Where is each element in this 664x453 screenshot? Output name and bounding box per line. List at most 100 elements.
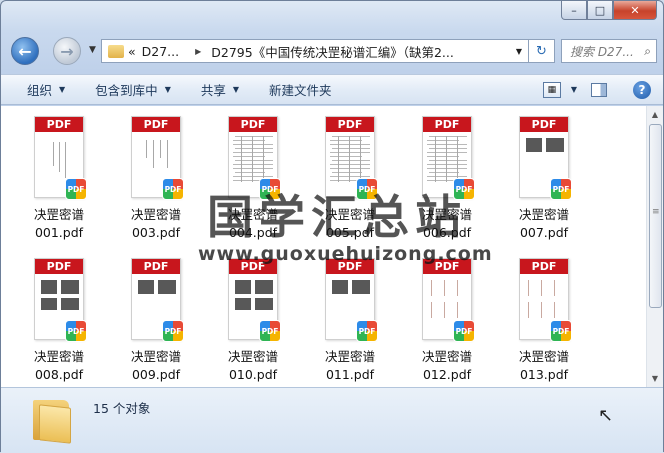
search-icon: ⌕ bbox=[644, 43, 651, 58]
file-name: 决罡密谱 010.pdf bbox=[228, 348, 278, 384]
file-name-title: 决罡密谱 bbox=[227, 349, 278, 364]
file-item[interactable]: PDF PDF 决罡密谱 013.pdf bbox=[496, 252, 592, 392]
file-name-extension: 008.pdf bbox=[34, 367, 84, 382]
recent-pages-dropdown[interactable]: ▼ bbox=[89, 45, 96, 55]
file-item[interactable]: PDF PDF 决罡密谱 012.pdf bbox=[399, 252, 495, 392]
pdf-app-icon: PDF bbox=[259, 320, 281, 342]
item-count: 15 个对象 bbox=[93, 401, 151, 416]
pdf-thumbnail: PDF PDF bbox=[422, 258, 475, 342]
file-item[interactable]: PDF PDF 决罡密谱 003.pdf bbox=[108, 110, 204, 250]
include-library-label: 包含到库中 bbox=[95, 83, 158, 98]
help-icon[interactable]: ? bbox=[633, 80, 651, 99]
pdf-app-icon: PDF bbox=[550, 320, 572, 342]
close-button[interactable]: ✕ bbox=[613, 1, 657, 20]
file-item[interactable]: PDF PDF 决罡密谱 011.pdf bbox=[302, 252, 398, 392]
share-label: 共享 bbox=[200, 83, 226, 98]
file-name-extension: 010.pdf bbox=[228, 367, 278, 382]
pdf-thumbnail: PDF PDF bbox=[325, 258, 378, 342]
chevron-down-icon: ▼ bbox=[164, 85, 171, 94]
pdf-band-label: PDF bbox=[132, 259, 180, 274]
file-name: 决罡密谱 013.pdf bbox=[519, 348, 569, 384]
breadcrumb-current[interactable]: D2795《中国传统决罡秘谱汇编》（缺第2... bbox=[211, 42, 454, 61]
file-item[interactable]: PDF PDF 决罡密谱 008.pdf bbox=[11, 252, 107, 392]
file-name-title: 决罡密谱 bbox=[33, 207, 84, 222]
pdf-thumbnail: PDF PDF bbox=[131, 116, 184, 200]
folder-icon bbox=[108, 44, 124, 58]
organize-menu[interactable]: 组织 ▼ bbox=[27, 80, 65, 99]
include-in-library-menu[interactable]: 包含到库中 ▼ bbox=[95, 80, 171, 99]
mouse-cursor-icon: ↖ bbox=[598, 405, 614, 426]
navigation-bar: ← → ▼ « D27... ▶ D2795《中国传统决罡秘谱汇编》（缺第2..… bbox=[9, 37, 657, 65]
pdf-app-icon: PDF bbox=[162, 320, 184, 342]
address-dropdown-icon[interactable]: ▼ bbox=[516, 47, 522, 56]
vertical-scrollbar[interactable]: ▲ ▼ bbox=[646, 106, 663, 387]
file-name-title: 决罡密谱 bbox=[421, 349, 472, 364]
share-menu[interactable]: 共享 ▼ bbox=[201, 80, 239, 99]
pdf-band-label: PDF bbox=[423, 117, 471, 132]
file-name: 决罡密谱 011.pdf bbox=[325, 348, 375, 384]
pdf-thumbnail: PDF PDF bbox=[228, 258, 281, 342]
file-name-extension: 007.pdf bbox=[519, 225, 569, 240]
maximize-button[interactable]: □ bbox=[587, 1, 613, 20]
breadcrumb-root[interactable]: D27... bbox=[142, 44, 179, 59]
file-item[interactable]: PDF PDF 决罡密谱 007.pdf bbox=[496, 110, 592, 250]
file-name-extension: 003.pdf bbox=[131, 225, 181, 240]
file-item[interactable]: PDF PDF 决罡密谱 010.pdf bbox=[205, 252, 301, 392]
preview-pane-icon[interactable] bbox=[591, 82, 607, 97]
pdf-thumbnail: PDF PDF bbox=[519, 258, 572, 342]
file-name-extension: 013.pdf bbox=[519, 367, 569, 382]
file-item[interactable]: PDF PDF 决罡密谱 009.pdf bbox=[108, 252, 204, 392]
scroll-down-icon[interactable]: ▼ bbox=[647, 370, 663, 387]
scrollbar-thumb[interactable] bbox=[649, 124, 662, 308]
back-button[interactable]: ← bbox=[11, 37, 39, 65]
breadcrumb-overflow[interactable]: « bbox=[128, 44, 136, 59]
file-name: 决罡密谱 003.pdf bbox=[131, 206, 181, 242]
file-name-extension: 001.pdf bbox=[34, 225, 84, 240]
file-name-title: 决罡密谱 bbox=[33, 349, 84, 364]
view-options-dropdown-icon[interactable]: ▼ bbox=[571, 85, 577, 94]
scroll-up-icon[interactable]: ▲ bbox=[647, 106, 663, 123]
details-pane: 15 个对象 bbox=[1, 387, 663, 453]
file-name-title: 决罡密谱 bbox=[518, 349, 569, 364]
file-name-title: 决罡密谱 bbox=[130, 207, 181, 222]
search-input[interactable]: 搜索 D27... ⌕ bbox=[561, 39, 657, 63]
refresh-icon: ↻ bbox=[536, 43, 547, 59]
pdf-thumbnail: PDF PDF bbox=[34, 116, 87, 200]
pdf-band-label: PDF bbox=[132, 117, 180, 132]
minimize-button[interactable]: – bbox=[561, 1, 587, 20]
file-name: 决罡密谱 001.pdf bbox=[34, 206, 84, 242]
file-name-title: 决罡密谱 bbox=[130, 349, 181, 364]
file-name: 决罡密谱 009.pdf bbox=[131, 348, 181, 384]
chevron-down-icon: ▼ bbox=[232, 85, 240, 94]
back-arrow-icon: ← bbox=[18, 41, 32, 61]
file-item[interactable]: PDF PDF 决罡密谱 001.pdf bbox=[11, 110, 107, 250]
file-name-title: 决罡密谱 bbox=[324, 349, 375, 364]
organize-label: 组织 bbox=[27, 83, 53, 98]
pdf-app-icon: PDF bbox=[162, 178, 184, 200]
pdf-band-label: PDF bbox=[520, 259, 568, 274]
watermark-title: 国学汇总站 bbox=[207, 190, 467, 244]
forward-button[interactable]: → bbox=[53, 37, 81, 65]
caption-buttons: – □ ✕ bbox=[561, 1, 657, 20]
pdf-app-icon: PDF bbox=[356, 320, 378, 342]
change-view-icon[interactable]: ▦ bbox=[542, 81, 561, 98]
explorer-window: – □ ✕ ← → ▼ « D27... ▶ D2795《中国传统决罡秘谱汇编》… bbox=[0, 0, 664, 453]
pdf-band-label: PDF bbox=[35, 117, 83, 132]
file-name: 决罡密谱 012.pdf bbox=[422, 348, 472, 384]
file-name: 决罡密谱 008.pdf bbox=[34, 348, 84, 384]
file-name-title: 决罡密谱 bbox=[518, 207, 569, 222]
folder-large-icon bbox=[31, 396, 71, 444]
pdf-thumbnail: PDF PDF bbox=[131, 258, 184, 342]
breadcrumb-separator-icon[interactable]: ▶ bbox=[195, 47, 201, 56]
watermark-url: www.guoxuehuizong.com bbox=[198, 243, 493, 265]
chevron-down-icon: ▼ bbox=[59, 85, 66, 94]
search-placeholder: 搜索 D27... bbox=[570, 44, 634, 59]
pdf-band-label: PDF bbox=[35, 259, 83, 274]
file-name: 决罡密谱 007.pdf bbox=[519, 206, 569, 242]
pdf-app-icon: PDF bbox=[65, 320, 87, 342]
refresh-button[interactable]: ↻ bbox=[529, 39, 555, 63]
address-bar[interactable]: « D27... ▶ D2795《中国传统决罡秘谱汇编》（缺第2... ▼ bbox=[101, 39, 529, 63]
pdf-thumbnail: PDF PDF bbox=[34, 258, 87, 342]
command-toolbar: 组织 ▼ 包含到库中 ▼ 共享 ▼ 新建文件夹 ▦ ▼ ? bbox=[1, 74, 663, 105]
new-folder-button[interactable]: 新建文件夹 bbox=[269, 80, 332, 99]
